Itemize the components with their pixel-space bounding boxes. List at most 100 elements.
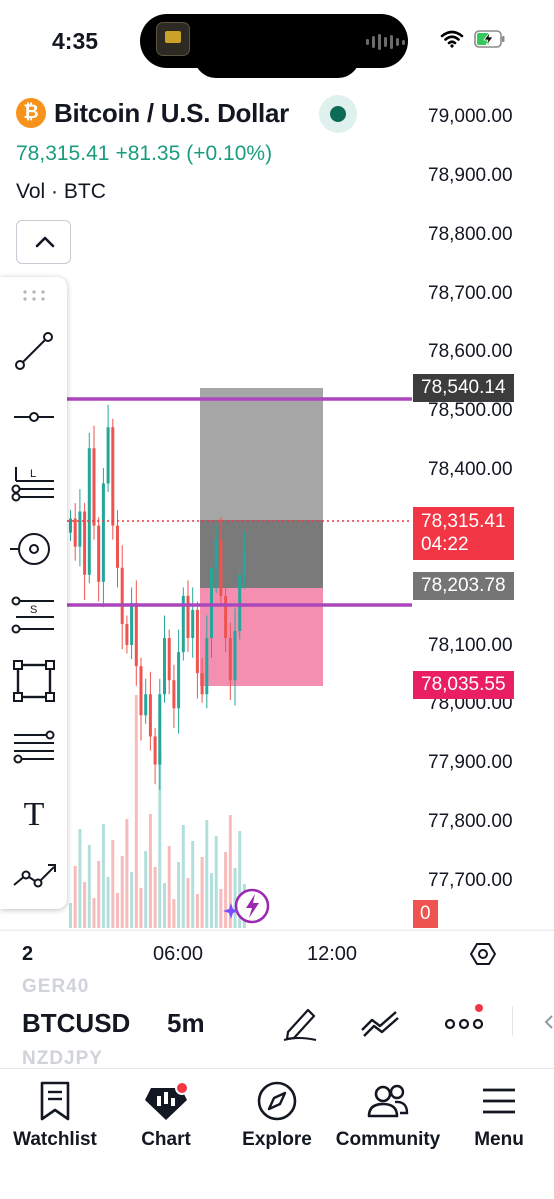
candle-body: [200, 673, 204, 695]
candle-body: [242, 546, 246, 575]
nav-community[interactable]: Community: [333, 1079, 443, 1151]
more-options-icon[interactable]: [442, 1002, 488, 1042]
horizontal-ray-icon[interactable]: [10, 393, 58, 441]
volume-bar: [92, 898, 96, 928]
candle-body: [73, 518, 77, 547]
candle-body: [158, 694, 162, 765]
volume-bar: [186, 878, 190, 928]
nav-explore[interactable]: Explore: [222, 1079, 332, 1151]
nav-menu-label: Menu: [474, 1129, 524, 1150]
candle-body: [144, 694, 148, 716]
people-icon: [367, 1084, 409, 1118]
price-change: +81.35: [115, 142, 181, 165]
long-position-icon[interactable]: L: [10, 459, 58, 507]
circle-tool-icon[interactable]: [10, 525, 58, 573]
indicators-icon[interactable]: [358, 1002, 404, 1042]
candle-body: [163, 638, 166, 695]
text-tool-icon[interactable]: T: [10, 789, 58, 837]
candle-body: [130, 602, 134, 646]
short-position-icon[interactable]: S: [10, 591, 58, 639]
chevron-up-icon: [35, 236, 55, 248]
candle-body: [219, 539, 223, 596]
previous-symbol[interactable]: GER40: [22, 976, 89, 998]
price-axis-label: 78,400.00: [428, 459, 513, 480]
volume-bar: [106, 877, 110, 928]
short-letter: S: [30, 604, 37, 616]
candle-body: [116, 525, 119, 568]
volume-bar: [134, 695, 138, 928]
candle-body: [139, 666, 143, 716]
nav-chart[interactable]: Chart: [111, 1079, 221, 1151]
stop-price-tag: 78,035.55: [413, 671, 514, 699]
last-price: 78,315.41: [16, 142, 110, 165]
candle-body: [191, 609, 195, 639]
drag-handle-icon[interactable]: [22, 289, 46, 301]
volume-bar: [144, 851, 148, 928]
time-axis-label-1200: 12:00: [307, 943, 358, 965]
timeframe-selector[interactable]: 5m: [167, 1008, 205, 1039]
audio-wave-icon: [366, 34, 405, 50]
symbol-selector[interactable]: BTCUSD: [22, 1008, 130, 1039]
trend-line-icon[interactable]: [10, 327, 58, 375]
volume-bar: [191, 841, 195, 928]
collapse-legend-button[interactable]: [16, 220, 71, 264]
drawing-pen-icon[interactable]: [278, 1002, 324, 1042]
nav-watchlist-label: Watchlist: [13, 1129, 97, 1150]
volume-bar: [153, 867, 157, 928]
nav-menu[interactable]: Menu: [444, 1079, 554, 1151]
volume-bar: [177, 862, 181, 928]
rectangle-tool-icon[interactable]: [10, 657, 58, 705]
drawing-toolbar: L S T: [0, 277, 67, 909]
price-axis-label: 78,600.00: [428, 341, 513, 362]
position-target-zone-upper[interactable]: [200, 388, 323, 520]
volume-bar: [167, 846, 171, 928]
symbol-bar: GER40 BTCUSD 5m NZDJPY: [0, 976, 554, 1070]
price-axis-label: 78,500.00: [428, 400, 513, 421]
entry-price-tag: 78,203.78: [413, 572, 514, 600]
volume-bar: [97, 861, 101, 928]
candle-body: [125, 623, 129, 646]
nav-watchlist[interactable]: Watchlist: [0, 1079, 110, 1151]
bitcoin-icon: ₿: [16, 98, 46, 128]
nav-chart-label: Chart: [141, 1129, 191, 1150]
time-axis-label-0600: 06:00: [153, 943, 204, 965]
position-stop-zone[interactable]: [200, 588, 323, 686]
price-axis-label: 79,000.00: [428, 106, 513, 127]
volume-bar: [181, 825, 185, 928]
candle-body: [205, 638, 209, 695]
market-status-indicator[interactable]: [319, 95, 357, 133]
candle-body: [172, 680, 176, 709]
time-axis-label-start: 2: [22, 943, 34, 965]
candle-body: [214, 539, 218, 568]
fib-retracement-icon[interactable]: [10, 723, 58, 771]
status-time: 4:35: [52, 28, 99, 54]
path-tool-icon[interactable]: [10, 853, 58, 901]
dynamic-island-tail: [194, 40, 360, 78]
symbol-title[interactable]: Bitcoin / U.S. Dollar: [54, 98, 289, 129]
candle-body: [195, 609, 199, 674]
nav-community-label: Community: [335, 1129, 441, 1150]
menu-icon: [483, 1088, 515, 1114]
volume-bar: [73, 866, 77, 928]
next-symbol[interactable]: NZDJPY: [22, 1048, 103, 1070]
candle-body: [111, 427, 115, 526]
volume-bar: [125, 819, 129, 928]
volume-bar: [111, 840, 115, 928]
volume-indicator-label[interactable]: Vol · BTC: [16, 180, 106, 204]
candle-body: [148, 694, 152, 737]
volume-bar: [195, 894, 199, 928]
price-axis-label: 78,100.00: [428, 635, 513, 656]
candle-body: [177, 652, 181, 709]
island-app-icon[interactable]: [156, 22, 190, 56]
volume-bar: [83, 882, 87, 928]
chart-settings-icon[interactable]: [470, 941, 496, 967]
volume-bar: [69, 903, 72, 928]
time-axis[interactable]: 2 06:00 12:00: [0, 930, 554, 976]
volume-bar: [219, 889, 223, 928]
wifi-icon: [440, 30, 464, 48]
candle-body: [233, 631, 237, 681]
volume-bar: [116, 893, 119, 928]
price-axis-label: 77,700.00: [428, 870, 513, 891]
chevron-left-icon[interactable]: [540, 1014, 554, 1030]
position-target-zone-lower[interactable]: [200, 520, 323, 588]
